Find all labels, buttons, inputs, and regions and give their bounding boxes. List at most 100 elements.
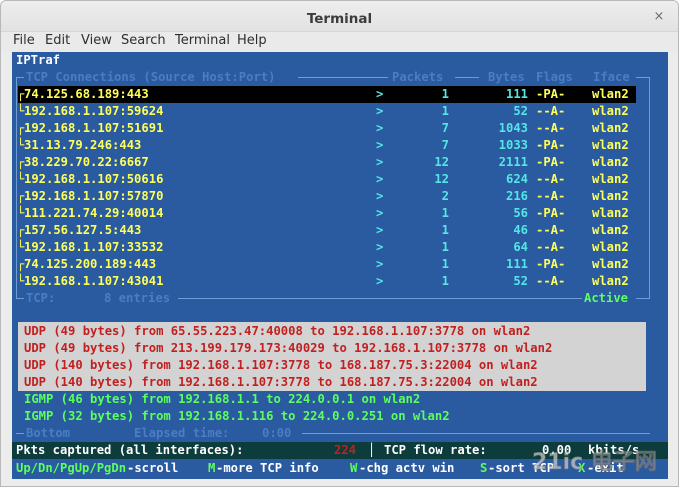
menu-help[interactable]: Help — [237, 33, 267, 48]
list-item: IGMP (46 bytes) from 192.168.1.1 to 224.… — [24, 392, 421, 406]
row-packets: 1 — [441, 274, 449, 288]
tcp-box-top-border — [298, 77, 388, 78]
row-flags: -PA- — [536, 206, 566, 220]
row-direction: > — [376, 189, 384, 203]
row-packets: 1 — [441, 87, 449, 101]
row-iface: wlan2 — [592, 257, 629, 271]
tcp-footer-label: TCP: — [26, 291, 56, 305]
row-packets: 1 — [441, 206, 449, 220]
row-iface: wlan2 — [592, 104, 629, 118]
menu-terminal[interactable]: Terminal — [175, 33, 230, 48]
tcp-footer-entries: 8 entries — [104, 291, 171, 305]
row-host: 192.168.1.107:43041 — [24, 274, 164, 288]
row-direction: > — [376, 155, 384, 169]
status-separator: │ — [368, 443, 376, 457]
row-flags: -PA- — [536, 138, 566, 152]
list-item: IGMP (32 bytes) from 192.168.1.116 to 22… — [24, 409, 450, 423]
row-flags: -PA- — [536, 87, 566, 101]
row-direction: > — [376, 104, 384, 118]
row-packets: 12 — [434, 172, 449, 186]
row-bytes: 624 — [505, 172, 528, 186]
key-scroll[interactable]: Up/Dn/PgUp/PgDn — [16, 460, 126, 477]
row-flags: -PA- — [536, 155, 566, 169]
tcp-box-right-border — [649, 77, 650, 299]
title-bar[interactable]: Terminal × — [1, 1, 678, 32]
row-host: 111.221.74.29:40014 — [24, 206, 164, 220]
menu-file[interactable]: File — [13, 33, 35, 48]
row-host: 74.125.68.189:443 — [24, 87, 149, 101]
tcp-box-bottom-border — [178, 298, 582, 299]
row-flags: --A- — [536, 104, 566, 118]
row-iface: wlan2 — [592, 155, 629, 169]
row-direction: > — [376, 172, 384, 186]
row-flags: --A- — [536, 223, 566, 237]
row-host: 192.168.1.107:50616 — [24, 172, 164, 186]
menu-search[interactable]: Search — [121, 33, 166, 48]
row-direction: > — [376, 87, 384, 101]
window-title: Terminal — [306, 11, 373, 27]
watermark-text: 21ic 电子网 — [532, 450, 657, 475]
row-packets: 7 — [441, 121, 449, 135]
tcp-box-top-border — [636, 77, 650, 78]
row-host: 38.229.70.22:6667 — [24, 155, 149, 169]
site-watermark: 21ic 电子网 — [532, 450, 657, 476]
captured-label: Pkts captured (all interfaces): — [16, 443, 244, 457]
terminal-area[interactable]: IPTraf TCP Connections (Source Host:Port… — [12, 52, 668, 479]
header-iface: Iface — [593, 70, 630, 84]
tcp-box-top-border — [16, 77, 24, 78]
row-flags: --A- — [536, 240, 566, 254]
key-sort[interactable]: S — [480, 460, 487, 477]
close-icon[interactable]: × — [650, 8, 668, 26]
row-direction: > — [376, 257, 384, 271]
row-direction: > — [376, 223, 384, 237]
list-item: UDP (49 bytes) from 213.199.179.173:4002… — [24, 341, 553, 355]
header-flags: Flags — [536, 70, 573, 84]
row-direction: > — [376, 274, 384, 288]
row-bytes: 111 — [505, 87, 528, 101]
row-host: 192.168.1.107:33532 — [24, 240, 164, 254]
row-iface: wlan2 — [592, 121, 629, 135]
tcp-box-bottom-border — [16, 298, 24, 299]
menu-edit[interactable]: Edit — [45, 33, 70, 48]
terminal-window: Terminal × File Edit View Search Termina… — [0, 0, 679, 487]
other-box-bottom-border — [302, 433, 650, 434]
row-packets: 1 — [441, 240, 449, 254]
key-chg[interactable]: W — [350, 460, 357, 477]
row-host: 157.56.127.5:443 — [24, 223, 142, 237]
row-direction: > — [376, 121, 384, 135]
row-bytes: 56 — [513, 206, 528, 220]
row-direction: > — [376, 138, 384, 152]
elapsed-value: 0:00 — [262, 426, 292, 440]
menu-view[interactable]: View — [81, 33, 112, 48]
row-iface: wlan2 — [592, 189, 629, 203]
row-host: 192.168.1.107:51691 — [24, 121, 164, 135]
row-host: 192.168.1.107:57870 — [24, 189, 164, 203]
row-flags: --A- — [536, 189, 566, 203]
row-iface: wlan2 — [592, 206, 629, 220]
row-direction: > — [376, 206, 384, 220]
key-more[interactable]: M — [208, 460, 215, 477]
row-host: 31.13.79.246:443 — [24, 138, 142, 152]
other-box-bottom-border — [16, 433, 24, 434]
row-host: 74.125.200.189:443 — [24, 257, 157, 271]
row-bytes: 52 — [513, 274, 528, 288]
header-connections: TCP Connections (Source Host:Port) — [26, 70, 276, 84]
captured-value: 224 — [334, 443, 357, 457]
row-packets: 12 — [434, 155, 449, 169]
row-bytes: 1043 — [498, 121, 528, 135]
row-bytes: 216 — [505, 189, 528, 203]
key-chg-desc: -chg actv win — [359, 461, 455, 475]
list-item: UDP (49 bytes) from 65.55.223.47:40008 t… — [24, 324, 531, 338]
row-iface: wlan2 — [592, 240, 629, 254]
row-flags: -PA- — [536, 257, 566, 271]
header-packets: Packets — [392, 70, 444, 84]
row-bytes: 111 — [505, 257, 528, 271]
key-more-desc: -more TCP info — [216, 461, 319, 475]
list-item: UDP (140 bytes) from 192.168.1.107:3778 … — [24, 358, 538, 372]
row-packets: 2 — [441, 189, 449, 203]
row-packets: 1 — [441, 257, 449, 271]
tcp-footer-status: Active — [584, 291, 629, 305]
row-iface: wlan2 — [592, 223, 629, 237]
row-bytes: 52 — [513, 104, 528, 118]
header-bytes: Bytes — [488, 70, 525, 84]
